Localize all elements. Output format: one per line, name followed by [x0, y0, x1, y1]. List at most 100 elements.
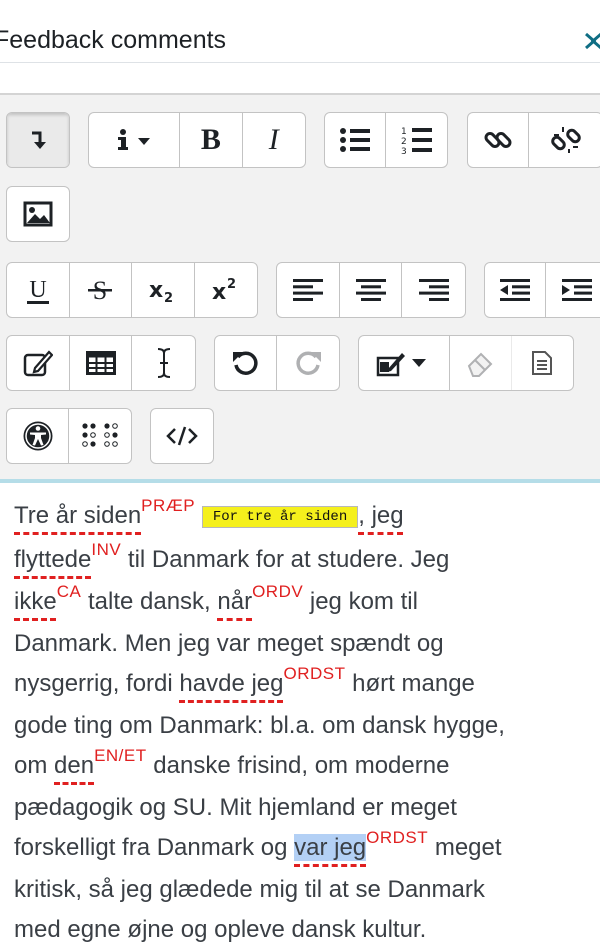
text-marker-icon	[376, 348, 432, 378]
insert-group	[6, 335, 196, 391]
error-phrase[interactable]: Tre år siden	[14, 502, 141, 529]
info-icon	[112, 128, 156, 152]
error-phrase[interactable]: den	[54, 752, 94, 779]
align-left-button[interactable]	[277, 263, 340, 317]
suggestion-box[interactable]: For tre år siden	[201, 506, 359, 528]
text-marker-dropdown-button[interactable]	[359, 336, 451, 390]
error-phrase[interactable]: havde jeg	[179, 670, 283, 697]
superscript-icon: x2	[211, 275, 241, 305]
strikethrough-button[interactable]: S	[70, 263, 132, 317]
eraser-button[interactable]	[450, 336, 512, 390]
link-group	[467, 112, 600, 168]
text-line: gode ting om Danmark: bl.a. om dansk hyg…	[14, 712, 505, 739]
toolbar-toggle-group	[6, 112, 70, 168]
body-text: jeg kom til	[303, 588, 418, 615]
body-text: talte dansk,	[81, 588, 218, 615]
bullet-list-button[interactable]	[325, 113, 387, 167]
svg-text:2: 2	[401, 137, 407, 147]
selected-error-phrase[interactable]: var jeg	[294, 834, 367, 861]
text-line: med egne øjne og opleve dansk kultur.	[14, 916, 427, 943]
underline-button[interactable]: U	[7, 263, 70, 317]
paste-plain-button[interactable]	[512, 336, 573, 390]
bold-button[interactable]: B	[180, 113, 243, 167]
html-source-button[interactable]	[151, 409, 213, 463]
subscript-button[interactable]: x2	[132, 263, 195, 317]
svg-text:1: 1	[401, 127, 407, 137]
text-cursor-icon	[154, 347, 174, 379]
error-tag: CA	[56, 582, 82, 601]
image-group	[6, 186, 70, 242]
numbered-list-icon: 123	[401, 125, 433, 155]
proofing-group	[358, 335, 574, 391]
align-group	[276, 262, 466, 318]
outdent-icon	[500, 279, 530, 301]
error-tag: ORDST	[366, 828, 429, 847]
text-line: om denEN/ET danske frisind, om moderne	[14, 746, 600, 788]
text-line: kritisk, så jeg glædede mig til at se Da…	[14, 876, 485, 903]
history-group	[214, 335, 340, 391]
subscript-icon: x2	[148, 275, 178, 305]
body-text: hørt mange	[345, 670, 475, 697]
strikethrough-icon: S	[87, 275, 113, 305]
braille-icon	[82, 423, 118, 449]
unlink-icon	[550, 125, 581, 155]
image-button[interactable]	[7, 187, 69, 241]
align-right-button[interactable]	[402, 263, 465, 317]
feedback-header: Feedback comments	[0, 0, 600, 63]
superscript-button[interactable]: x2	[195, 263, 258, 317]
body-text: meget	[428, 834, 502, 861]
error-phrase[interactable]: ikke	[14, 588, 57, 615]
link-button[interactable]	[468, 113, 530, 167]
align-center-button[interactable]	[340, 263, 403, 317]
text-line: flyttedeINV til Danmark for at studere. …	[14, 540, 600, 582]
error-tag: EN/ET	[94, 746, 147, 765]
feedback-comments-title: Feedback comments	[0, 26, 227, 54]
body-text: til Danmark for at studere. Jeg	[121, 546, 450, 573]
table-icon	[85, 351, 116, 375]
bold-label: B	[200, 123, 221, 156]
error-tag: ORDST	[283, 664, 346, 683]
info-dropdown-button[interactable]	[89, 113, 181, 167]
text-style-group: B I	[88, 112, 306, 168]
text-format-group: U S x2 x2	[6, 262, 258, 318]
collapse-arrows-icon[interactable]	[583, 28, 600, 54]
toolbar-toggle-button[interactable]	[7, 113, 69, 167]
undo-icon	[231, 348, 261, 378]
unlink-button[interactable]	[529, 113, 600, 167]
svg-text:2: 2	[164, 291, 173, 305]
paste-plain-icon	[531, 350, 553, 376]
text-line: ikkeCA talte dansk, nårORDV jeg kom til	[14, 582, 600, 624]
equation-button[interactable]	[7, 336, 70, 390]
editor-toolbar: B I 123 U S x 2 x 2	[0, 93, 600, 480]
accessibility-checker-button[interactable]	[7, 409, 69, 463]
italic-button[interactable]: I	[243, 113, 305, 167]
error-phrase[interactable]: når	[217, 588, 252, 615]
redo-button[interactable]	[277, 336, 339, 390]
text-cursor-button[interactable]	[132, 336, 195, 390]
screen-reader-helper-button[interactable]	[69, 409, 131, 463]
indent-group	[484, 262, 600, 318]
indent-icon	[561, 279, 592, 301]
body-text: forskelligt fra Danmark og	[14, 834, 295, 861]
list-group: 123	[324, 112, 448, 168]
link-icon	[483, 125, 513, 155]
underline-icon: U	[25, 275, 51, 305]
error-phrase[interactable]: flyttede	[14, 546, 91, 573]
outdent-button[interactable]	[485, 263, 547, 317]
svg-text:U: U	[29, 277, 46, 303]
text-line: nysgerrig, fordi havde jegORDST hørt man…	[14, 664, 600, 706]
code-icon	[166, 424, 198, 448]
numbered-list-button[interactable]: 123	[386, 113, 447, 167]
bullet-list-icon	[339, 127, 371, 153]
accessibility-icon	[22, 420, 54, 452]
indent-button[interactable]	[546, 263, 600, 317]
error-phrase[interactable]: , jeg	[358, 502, 403, 529]
italic-label: I	[268, 123, 279, 156]
svg-text:3: 3	[401, 147, 407, 155]
table-button[interactable]	[70, 336, 133, 390]
text-line: pædagogik og SU. Mit hjemland er meget	[14, 794, 457, 821]
text-line: Tre år sidenPRÆP For tre år siden, jeg	[14, 496, 600, 540]
svg-text:x: x	[149, 278, 163, 303]
undo-button[interactable]	[215, 336, 277, 390]
editor-content[interactable]: Tre år sidenPRÆP For tre år siden, jeg f…	[14, 496, 600, 950]
